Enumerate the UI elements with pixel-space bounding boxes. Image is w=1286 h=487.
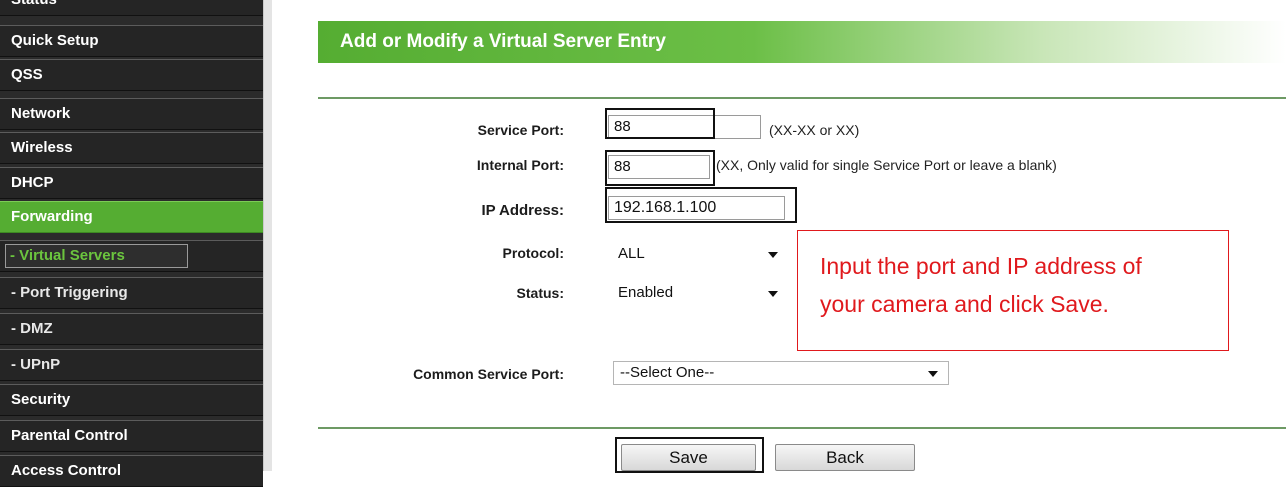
common-service-port-select-value: --Select One--: [620, 364, 715, 381]
sidebar-item-label: Wireless: [11, 139, 73, 156]
save-button[interactable]: Save: [621, 444, 756, 471]
sidebar-item-label: Network: [11, 105, 71, 122]
sidebar-item-port-triggering[interactable]: - Port Triggering: [0, 277, 263, 309]
sidebar-item-label: Forwarding: [11, 208, 93, 225]
service-port-label: Service Port:: [477, 122, 564, 138]
sidebar-item-virtual-servers[interactable]: - Virtual Servers: [0, 240, 263, 272]
sidebar-item-security[interactable]: Security: [0, 384, 263, 416]
page-title: Add or Modify a Virtual Server Entry: [318, 21, 1286, 63]
sidebar-item-parental-control[interactable]: Parental Control: [0, 420, 263, 452]
status-select[interactable]: Enabled: [611, 281, 789, 305]
service-port-input[interactable]: 88: [608, 115, 761, 139]
sidebar-item-label: - Port Triggering: [11, 284, 128, 301]
sidebar-item-quick-setup[interactable]: Quick Setup: [0, 25, 263, 57]
sidebar-item-qss[interactable]: QSS: [0, 59, 263, 91]
sidebar-item-dmz[interactable]: - DMZ: [0, 313, 263, 345]
common-service-port-label: Common Service Port:: [413, 366, 564, 382]
service-port-hint: (XX-XX or XX): [769, 122, 860, 138]
sidebar-item-label: Parental Control: [11, 427, 128, 444]
sidebar-item-label: DHCP: [11, 174, 54, 191]
internal-port-input[interactable]: 88: [608, 155, 710, 179]
protocol-select-value: ALL: [618, 245, 645, 262]
sidebar-item-label: - Virtual Servers: [5, 244, 188, 268]
sidebar-item-label: Security: [11, 391, 71, 408]
sidebar-item-network[interactable]: Network: [0, 98, 263, 130]
back-button[interactable]: Back: [775, 444, 915, 471]
sidebar-item-label: - DMZ: [11, 320, 53, 337]
sidebar-item-label: Quick Setup: [11, 32, 99, 49]
top-divider: [318, 97, 1286, 99]
sidebar-item-access-control[interactable]: Access Control: [0, 455, 263, 487]
sidebar-item-status[interactable]: Status: [0, 0, 263, 16]
ip-address-label: IP Address:: [481, 202, 564, 219]
sidebar-menu: Status Quick Setup QSS Network Wireless …: [0, 0, 263, 487]
ip-address-input[interactable]: 192.168.1.100: [608, 196, 785, 220]
callout-line-1: Input the port and IP address of: [820, 253, 1142, 279]
internal-port-label: Internal Port:: [476, 157, 564, 173]
sidebar-item-label: Status: [11, 0, 57, 8]
sidebar-item-dhcp[interactable]: DHCP: [0, 167, 263, 199]
protocol-label: Protocol:: [502, 245, 564, 261]
sidebar-item-label: - UPnP: [11, 356, 61, 373]
status-label: Status:: [516, 285, 564, 301]
common-service-port-select[interactable]: --Select One--: [613, 361, 949, 385]
sidebar-item-wireless[interactable]: Wireless: [0, 132, 263, 164]
sidebar-item-label: QSS: [11, 66, 43, 83]
chevron-down-icon: [768, 291, 778, 297]
chevron-down-icon: [768, 252, 778, 258]
status-select-value: Enabled: [618, 284, 674, 301]
internal-port-hint: (XX, Only valid for single Service Port …: [716, 157, 1057, 173]
sidebar-item-forwarding[interactable]: Forwarding: [0, 201, 263, 233]
protocol-select[interactable]: ALL: [611, 242, 789, 266]
callout-line-2: your camera and click Save.: [820, 291, 1109, 317]
sidebar-item-upnp[interactable]: - UPnP: [0, 349, 263, 381]
instruction-callout: Input the port and IP address of your ca…: [797, 230, 1229, 351]
sidebar-divider: [263, 0, 272, 471]
chevron-down-icon: [928, 371, 938, 377]
bottom-divider: [318, 427, 1286, 429]
